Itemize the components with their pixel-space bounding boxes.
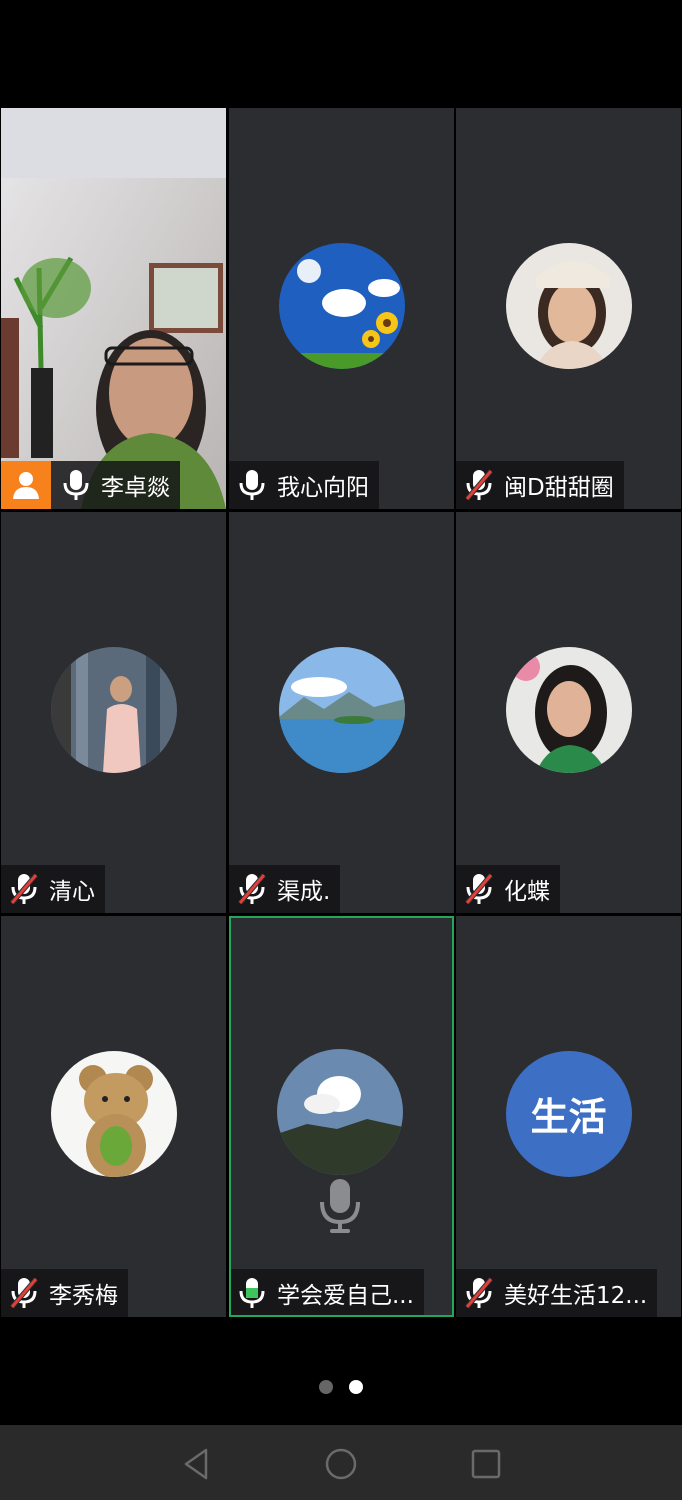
host-badge xyxy=(1,461,51,509)
participant-name: 化蝶 xyxy=(504,879,550,905)
page-indicator[interactable] xyxy=(0,1380,682,1394)
participant-name: 清心 xyxy=(49,879,95,905)
participant-tile-7[interactable]: 李秀梅 xyxy=(1,916,226,1317)
microphone-icon xyxy=(63,470,89,500)
avatar: 生活 xyxy=(505,1050,632,1177)
microphone-muted-icon xyxy=(10,873,38,905)
avatar xyxy=(278,646,405,773)
avatar xyxy=(276,1048,403,1175)
participant-tile-5[interactable]: 渠成. xyxy=(229,512,454,913)
participant-name: 渠成. xyxy=(277,879,331,905)
avatar xyxy=(505,646,632,773)
microphone-muted-icon xyxy=(465,1277,493,1309)
participant-name-tag: 美好生活12... xyxy=(456,1269,658,1317)
participant-name-tag: 学会爱自己... xyxy=(231,1269,424,1315)
participant-name: 我心向阳 xyxy=(277,475,369,501)
participant-name-tag: 渠成. xyxy=(229,865,341,913)
nav-home-icon[interactable] xyxy=(324,1447,358,1481)
participant-tile-6[interactable]: 化蝶 xyxy=(456,512,681,913)
participant-name-tag: 化蝶 xyxy=(456,865,560,913)
participant-name: 学会爱自己... xyxy=(277,1283,414,1309)
page-dot-active[interactable] xyxy=(349,1380,363,1394)
video-grid: 李卓燚 我心向阳 闽D甜甜圈 清心 渠成. 化蝶 李秀梅 学会爱自己... 生活… xyxy=(0,107,682,1318)
nav-recents-icon[interactable] xyxy=(469,1447,503,1481)
microphone-muted-icon xyxy=(10,1277,38,1309)
participant-name-tag: 李秀梅 xyxy=(1,1269,128,1317)
participant-name-tag: 闽D甜甜圈 xyxy=(456,461,624,509)
participant-name: 李秀梅 xyxy=(49,1283,118,1309)
participant-tile-2[interactable]: 我心向阳 xyxy=(229,108,454,509)
nav-back-icon[interactable] xyxy=(180,1447,214,1481)
participant-tile-8[interactable]: 学会爱自己... xyxy=(229,916,454,1317)
avatar xyxy=(505,242,632,369)
page-dot[interactable] xyxy=(319,1380,333,1394)
participant-name-tag: 我心向阳 xyxy=(229,461,379,509)
microphone-icon xyxy=(239,470,265,500)
microphone-muted-icon xyxy=(465,873,493,905)
participant-name-tag: 李卓燚 xyxy=(1,461,180,509)
microphone-muted-icon xyxy=(238,873,266,905)
participant-tile-4[interactable]: 清心 xyxy=(1,512,226,913)
participant-tile-3[interactable]: 闽D甜甜圈 xyxy=(456,108,681,509)
microphone-muted-icon xyxy=(465,469,493,501)
participant-name: 李卓燚 xyxy=(101,475,170,501)
microphone-icon xyxy=(319,1179,360,1233)
person-icon xyxy=(13,472,39,499)
avatar xyxy=(50,646,177,773)
participant-name: 美好生活12... xyxy=(504,1283,648,1309)
camera-video-feed xyxy=(1,108,226,509)
participant-tile-9[interactable]: 生活 美好生活12... xyxy=(456,916,681,1317)
avatar xyxy=(50,1050,177,1177)
participant-name-tag: 清心 xyxy=(1,865,105,913)
system-nav-bar xyxy=(0,1425,682,1500)
microphone-icon xyxy=(239,1278,265,1308)
avatar xyxy=(278,242,405,369)
participant-tile-1[interactable]: 李卓燚 xyxy=(1,108,226,509)
participant-name: 闽D甜甜圈 xyxy=(504,475,614,501)
